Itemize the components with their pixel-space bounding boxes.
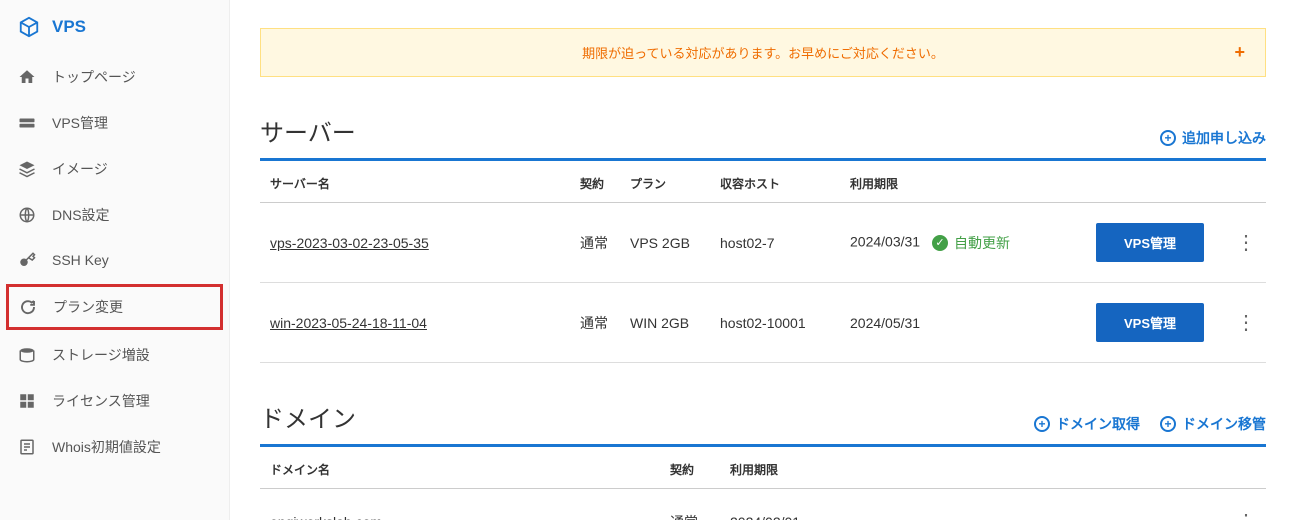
col-domain-expiry: 利用期限: [720, 447, 1226, 489]
server-section-title: サーバー: [260, 113, 356, 148]
kebab-menu-icon[interactable]: ⋮: [1236, 509, 1256, 520]
key-icon: [18, 251, 36, 269]
server-expiry: 2024/05/31: [840, 283, 1086, 363]
sidebar-header: VPS: [0, 0, 229, 54]
server-section: サーバー + 追加申し込み サーバー名 契約 プラン 収容ホスト 利用期限: [260, 113, 1266, 363]
domain-contract: 通常: [660, 489, 720, 520]
col-plan: プラン: [620, 161, 710, 203]
server-icon: [18, 114, 36, 132]
domain-section-header: ドメイン + ドメイン取得 + ドメイン移管: [260, 399, 1266, 447]
globe-icon: [18, 206, 36, 224]
add-server-button[interactable]: + 追加申し込み: [1160, 128, 1266, 148]
server-plan: WIN 2GB: [620, 283, 710, 363]
domain-transfer-label: ドメイン移管: [1182, 414, 1266, 434]
plus-circle-icon: +: [1034, 416, 1050, 432]
grid-icon: [18, 392, 36, 410]
cube-icon: [18, 16, 40, 38]
server-section-header: サーバー + 追加申し込み: [260, 113, 1266, 161]
sidebar-item-label: DNS設定: [52, 205, 110, 225]
layers-icon: [18, 160, 36, 178]
table-row: engiworkslab.com 通常 2024/02/01 ⋮: [260, 489, 1266, 520]
server-name-link[interactable]: win-2023-05-24-18-11-04: [270, 315, 427, 331]
plus-icon[interactable]: +: [1234, 42, 1245, 63]
domain-transfer-button[interactable]: + ドメイン移管: [1160, 414, 1266, 434]
col-name: サーバー名: [260, 161, 570, 203]
domain-section-title: ドメイン: [260, 399, 356, 434]
domain-expiry: 2024/02/01: [720, 489, 1226, 520]
server-plan: VPS 2GB: [620, 203, 710, 283]
kebab-menu-icon[interactable]: ⋮: [1236, 310, 1256, 335]
alert-message: 期限が迫っている対応があります。お早めにご対応ください。: [582, 43, 944, 62]
sidebar-item-vps[interactable]: VPS管理: [0, 100, 229, 146]
sidebar-item-plan-change[interactable]: プラン変更: [6, 284, 223, 330]
home-icon: [18, 68, 36, 86]
brand[interactable]: VPS: [18, 16, 211, 38]
auto-renew-status: ✓ 自動更新: [932, 233, 1010, 253]
sidebar-item-license[interactable]: ライセンス管理: [0, 378, 229, 424]
domain-acquire-label: ドメイン取得: [1056, 414, 1140, 434]
sidebar: VPS トップページ VPS管理 イメージ DNS設定 SSH Key プラン変…: [0, 0, 230, 520]
check-circle-icon: ✓: [932, 235, 948, 251]
sidebar-item-label: プラン変更: [53, 297, 123, 317]
add-server-label: 追加申し込み: [1182, 128, 1266, 148]
server-table: サーバー名 契約 プラン 収容ホスト 利用期限 vps-2023-03-02-2…: [260, 161, 1266, 363]
domain-section: ドメイン + ドメイン取得 + ドメイン移管 ドメイン名 契約 利用期限: [260, 399, 1266, 520]
main-content: 期限が迫っている対応があります。お早めにご対応ください。 + サーバー + 追加…: [230, 0, 1296, 520]
sidebar-item-ssh[interactable]: SSH Key: [0, 238, 229, 282]
domain-section-actions: + ドメイン取得 + ドメイン移管: [1034, 414, 1266, 434]
table-row: vps-2023-03-02-23-05-35 通常 VPS 2GB host0…: [260, 203, 1266, 283]
refresh-icon: [19, 298, 37, 316]
sidebar-item-label: SSH Key: [52, 252, 109, 268]
sidebar-item-label: トップページ: [52, 67, 136, 87]
sidebar-item-label: イメージ: [52, 159, 108, 179]
domain-table: ドメイン名 契約 利用期限 engiworkslab.com 通常 2024/0…: [260, 447, 1266, 520]
col-domain-contract: 契約: [660, 447, 720, 489]
server-section-actions: + 追加申し込み: [1160, 128, 1266, 148]
sidebar-item-storage[interactable]: ストレージ増設: [0, 332, 229, 378]
col-expiry: 利用期限: [840, 161, 1086, 203]
sidebar-item-dns[interactable]: DNS設定: [0, 192, 229, 238]
sidebar-item-label: Whois初期値設定: [52, 437, 161, 457]
col-host: 収容ホスト: [710, 161, 840, 203]
sidebar-item-image[interactable]: イメージ: [0, 146, 229, 192]
col-contract: 契約: [570, 161, 620, 203]
document-icon: [18, 438, 36, 456]
sidebar-item-whois[interactable]: Whois初期値設定: [0, 424, 229, 470]
alert-banner[interactable]: 期限が迫っている対応があります。お早めにご対応ください。 +: [260, 28, 1266, 77]
vps-manage-button[interactable]: VPS管理: [1096, 223, 1204, 262]
storage-icon: [18, 346, 36, 364]
col-domain-name: ドメイン名: [260, 447, 660, 489]
server-host: host02-7: [710, 203, 840, 283]
vps-manage-button[interactable]: VPS管理: [1096, 303, 1204, 342]
table-row: win-2023-05-24-18-11-04 通常 WIN 2GB host0…: [260, 283, 1266, 363]
server-host: host02-10001: [710, 283, 840, 363]
domain-acquire-button[interactable]: + ドメイン取得: [1034, 414, 1140, 434]
brand-label: VPS: [52, 17, 86, 37]
sidebar-item-label: ライセンス管理: [52, 391, 150, 411]
plus-circle-icon: +: [1160, 130, 1176, 146]
sidebar-item-label: VPS管理: [52, 113, 108, 133]
server-name-link[interactable]: vps-2023-03-02-23-05-35: [270, 235, 429, 251]
sidebar-item-top[interactable]: トップページ: [0, 54, 229, 100]
kebab-menu-icon[interactable]: ⋮: [1236, 230, 1256, 255]
plus-circle-icon: +: [1160, 416, 1176, 432]
server-contract: 通常: [570, 283, 620, 363]
sidebar-item-label: ストレージ増設: [52, 345, 150, 365]
server-expiry: 2024/03/31 ✓ 自動更新: [840, 203, 1086, 283]
server-contract: 通常: [570, 203, 620, 283]
domain-name-link[interactable]: engiworkslab.com: [270, 514, 382, 520]
